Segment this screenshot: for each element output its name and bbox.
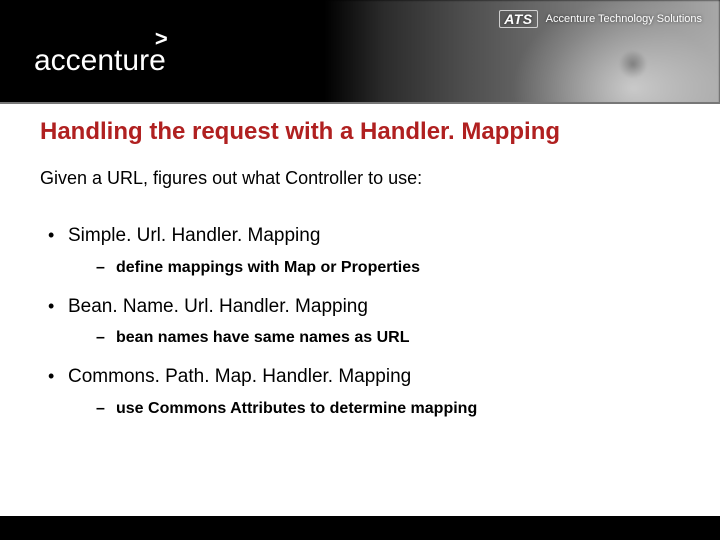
slide-title: Handling the request with a Handler. Map… <box>40 118 680 146</box>
bullet-text: Simple. Url. Handler. Mapping <box>68 225 320 246</box>
bullet-text: Commons. Path. Map. Handler. Mapping <box>68 366 411 387</box>
sub-list: bean names have same names as URL <box>68 326 680 350</box>
bullet-list: Simple. Url. Handler. Mapping define map… <box>40 223 680 421</box>
ats-mark: ATS <box>499 10 537 28</box>
sub-item: bean names have same names as URL <box>68 326 680 350</box>
ats-badge: ATS Accenture Technology Solutions <box>499 10 702 28</box>
chevron-icon: > <box>155 28 168 50</box>
footer-band <box>0 516 720 540</box>
bullet-text: Bean. Name. Url. Handler. Mapping <box>68 296 368 317</box>
bullet-item: Bean. Name. Url. Handler. Mapping bean n… <box>40 294 680 351</box>
header-band: > accenture ATS Accenture Technology Sol… <box>0 0 720 104</box>
accenture-logo: > accenture <box>34 44 166 78</box>
sub-item: define mappings with Map or Properties <box>68 256 680 280</box>
slide-intro: Given a URL, figures out what Controller… <box>40 168 680 189</box>
header-divider <box>0 102 720 104</box>
sub-list: use Commons Attributes to determine mapp… <box>68 397 680 421</box>
sub-item: use Commons Attributes to determine mapp… <box>68 397 680 421</box>
bullet-item: Commons. Path. Map. Handler. Mapping use… <box>40 364 680 421</box>
slide-content: Handling the request with a Handler. Map… <box>40 118 680 435</box>
slide: > accenture ATS Accenture Technology Sol… <box>0 0 720 540</box>
ats-text: Accenture Technology Solutions <box>546 13 702 25</box>
sub-list: define mappings with Map or Properties <box>68 256 680 280</box>
logo-wordmark: accenture <box>34 44 166 78</box>
bullet-item: Simple. Url. Handler. Mapping define map… <box>40 223 680 280</box>
